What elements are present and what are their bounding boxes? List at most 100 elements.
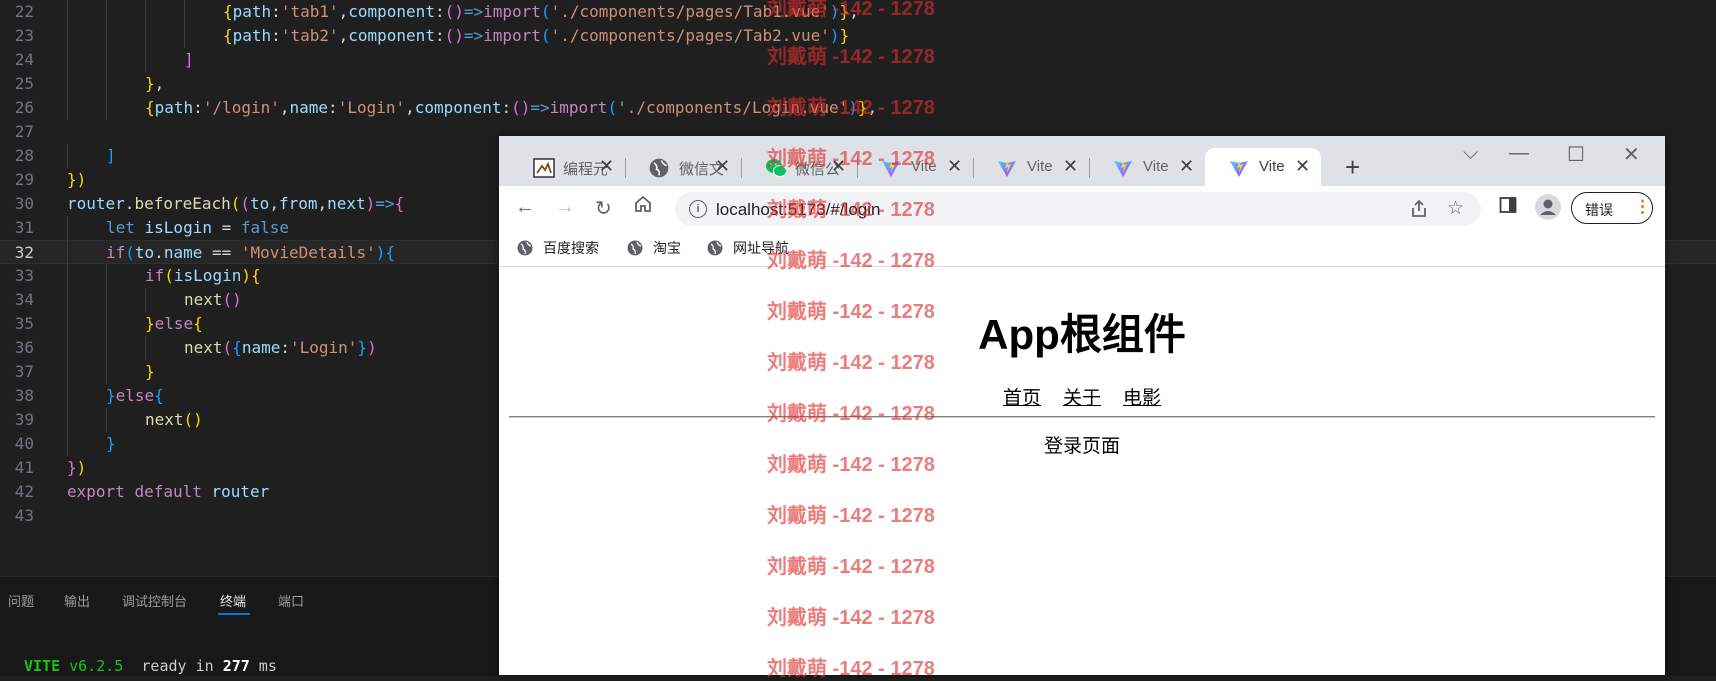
line-number: 41 [14,458,34,477]
side-panel-icon[interactable] [1499,196,1517,220]
code-token: == [202,243,241,262]
code-token: : [280,338,290,357]
globe-icon [707,240,723,256]
close-tab-icon[interactable]: ✕ [1179,156,1194,177]
line-number: 26 [14,98,34,117]
browser-tab[interactable]: Vite ✕ [973,148,1089,186]
code-token: ] [184,50,194,69]
code-token: import [483,2,541,21]
code-text: router.beforeEach((to,from,next)=>{ [67,192,404,216]
terminal-output[interactable]: VITE v6.2.5 ready in 277 ms [24,657,277,675]
close-tab-icon[interactable]: ✕ [1295,156,1310,177]
panel-tab-output[interactable]: 输出 [64,591,90,610]
new-tab-plus-icon[interactable]: + [1345,152,1360,183]
indent-guide [106,96,107,120]
code-token: let [106,218,145,237]
bookmark-taobao[interactable]: 淘宝 [627,238,681,258]
code-token: , [154,74,165,93]
panel-tab-ports[interactable]: 端口 [278,591,304,610]
line-number: 25 [14,74,34,93]
code-token: 'tab1' [280,2,339,21]
panel-tab-problems[interactable]: 问题 [8,591,34,610]
page-title: App根组件 [978,311,1186,358]
code-token: to [250,194,270,213]
close-tab-icon[interactable]: ✕ [715,156,730,177]
code-token: { [250,266,261,285]
browser-tab[interactable]: 编程元 ✕ [509,148,625,186]
code-text: export default router [67,480,269,504]
reload-icon[interactable]: ↻ [595,196,612,221]
indent-guide [67,216,68,240]
line-number: 27 [14,122,34,141]
code-text: } [145,360,155,384]
code-token: () [511,98,531,117]
code-token: '/login' [202,98,280,117]
code-token: ( [164,266,174,285]
code-token: ) [367,338,377,357]
indent-guide [106,360,107,384]
back-arrow-icon[interactable]: ← [515,196,535,219]
ready-unit: ms [249,657,277,675]
code-token: path [154,98,194,117]
indent-guide [67,0,68,24]
code-token: => [375,194,395,213]
indent-guide [67,48,68,72]
indent-guide [184,0,185,24]
maximize-icon[interactable]: ☐ [1567,142,1585,167]
watermark-text: 刘戴萌 -142 - 1278 [767,199,935,221]
tab-separator [741,158,742,178]
line-number: 22 [14,2,34,21]
nav-link-about[interactable]: 关于 [1063,388,1101,409]
router-nav: 首页 关于 电影 [499,383,1665,410]
vite-icon [997,158,1017,178]
forward-arrow-icon[interactable]: → [555,196,575,219]
globe-icon [517,240,533,256]
site-info-icon[interactable]: i [689,200,707,218]
indent-guide [145,336,146,360]
nav-link-movies[interactable]: 电影 [1123,388,1161,409]
code-token: else [154,314,194,333]
vite-version: v6.2.5 [69,657,124,675]
minimize-icon[interactable]: — [1509,142,1529,165]
indent-guide [106,288,107,312]
indent-guide [67,336,68,360]
bookmark-baidu[interactable]: 百度搜索 [517,238,599,258]
nav-link-home[interactable]: 首页 [1003,388,1041,409]
bookmark-label: 百度搜索 [543,240,599,256]
browser-tab[interactable]: Vite ✕ [1205,148,1321,186]
home-icon[interactable] [633,194,653,220]
code-text: next() [145,408,203,432]
close-window-icon[interactable]: ✕ [1623,142,1640,167]
bookmark-star-icon[interactable]: ☆ [1447,197,1464,220]
panel-tab-debug-console[interactable]: 调试控制台 [122,591,187,610]
code-token: { [394,194,405,213]
watermark-text: 刘戴萌 -142 - 1278 [767,301,935,323]
code-token: => [463,26,484,45]
line-number: 28 [14,146,34,165]
code-text: } [106,432,116,456]
code-token: ( [230,194,241,213]
share-icon[interactable] [1409,199,1429,225]
code-token: beforeEach [134,194,231,213]
panel-tab-terminal[interactable]: 终端 [220,591,246,610]
close-tab-icon[interactable]: ✕ [599,156,614,177]
globe-icon [649,158,669,178]
profile-avatar-icon[interactable] [1535,194,1561,226]
code-token: { [223,26,233,45]
code-token: ) [375,243,386,262]
code-text: next({name:'Login'}) [184,336,377,360]
browser-tab[interactable]: Vite ✕ [1089,148,1205,186]
indent-guide [106,336,107,360]
indent-guide [67,264,68,288]
watermark-text: 刘戴萌 -142 - 1278 [767,352,935,374]
code-token: from [278,194,318,213]
tab-separator [1089,158,1090,178]
close-tab-icon[interactable]: ✕ [1063,156,1078,177]
error-button[interactable]: 错误 ⋮ [1571,192,1653,224]
close-tab-icon[interactable]: ✕ [947,156,962,177]
browser-tab[interactable]: 微信文 ✕ [625,148,741,186]
code-text: {path:'tab1',component:()=>import('./com… [223,0,859,24]
code-token: next [145,410,184,429]
tab-search-chevron-icon[interactable]: ⌵ [1463,142,1478,165]
indent-guide [145,48,146,72]
